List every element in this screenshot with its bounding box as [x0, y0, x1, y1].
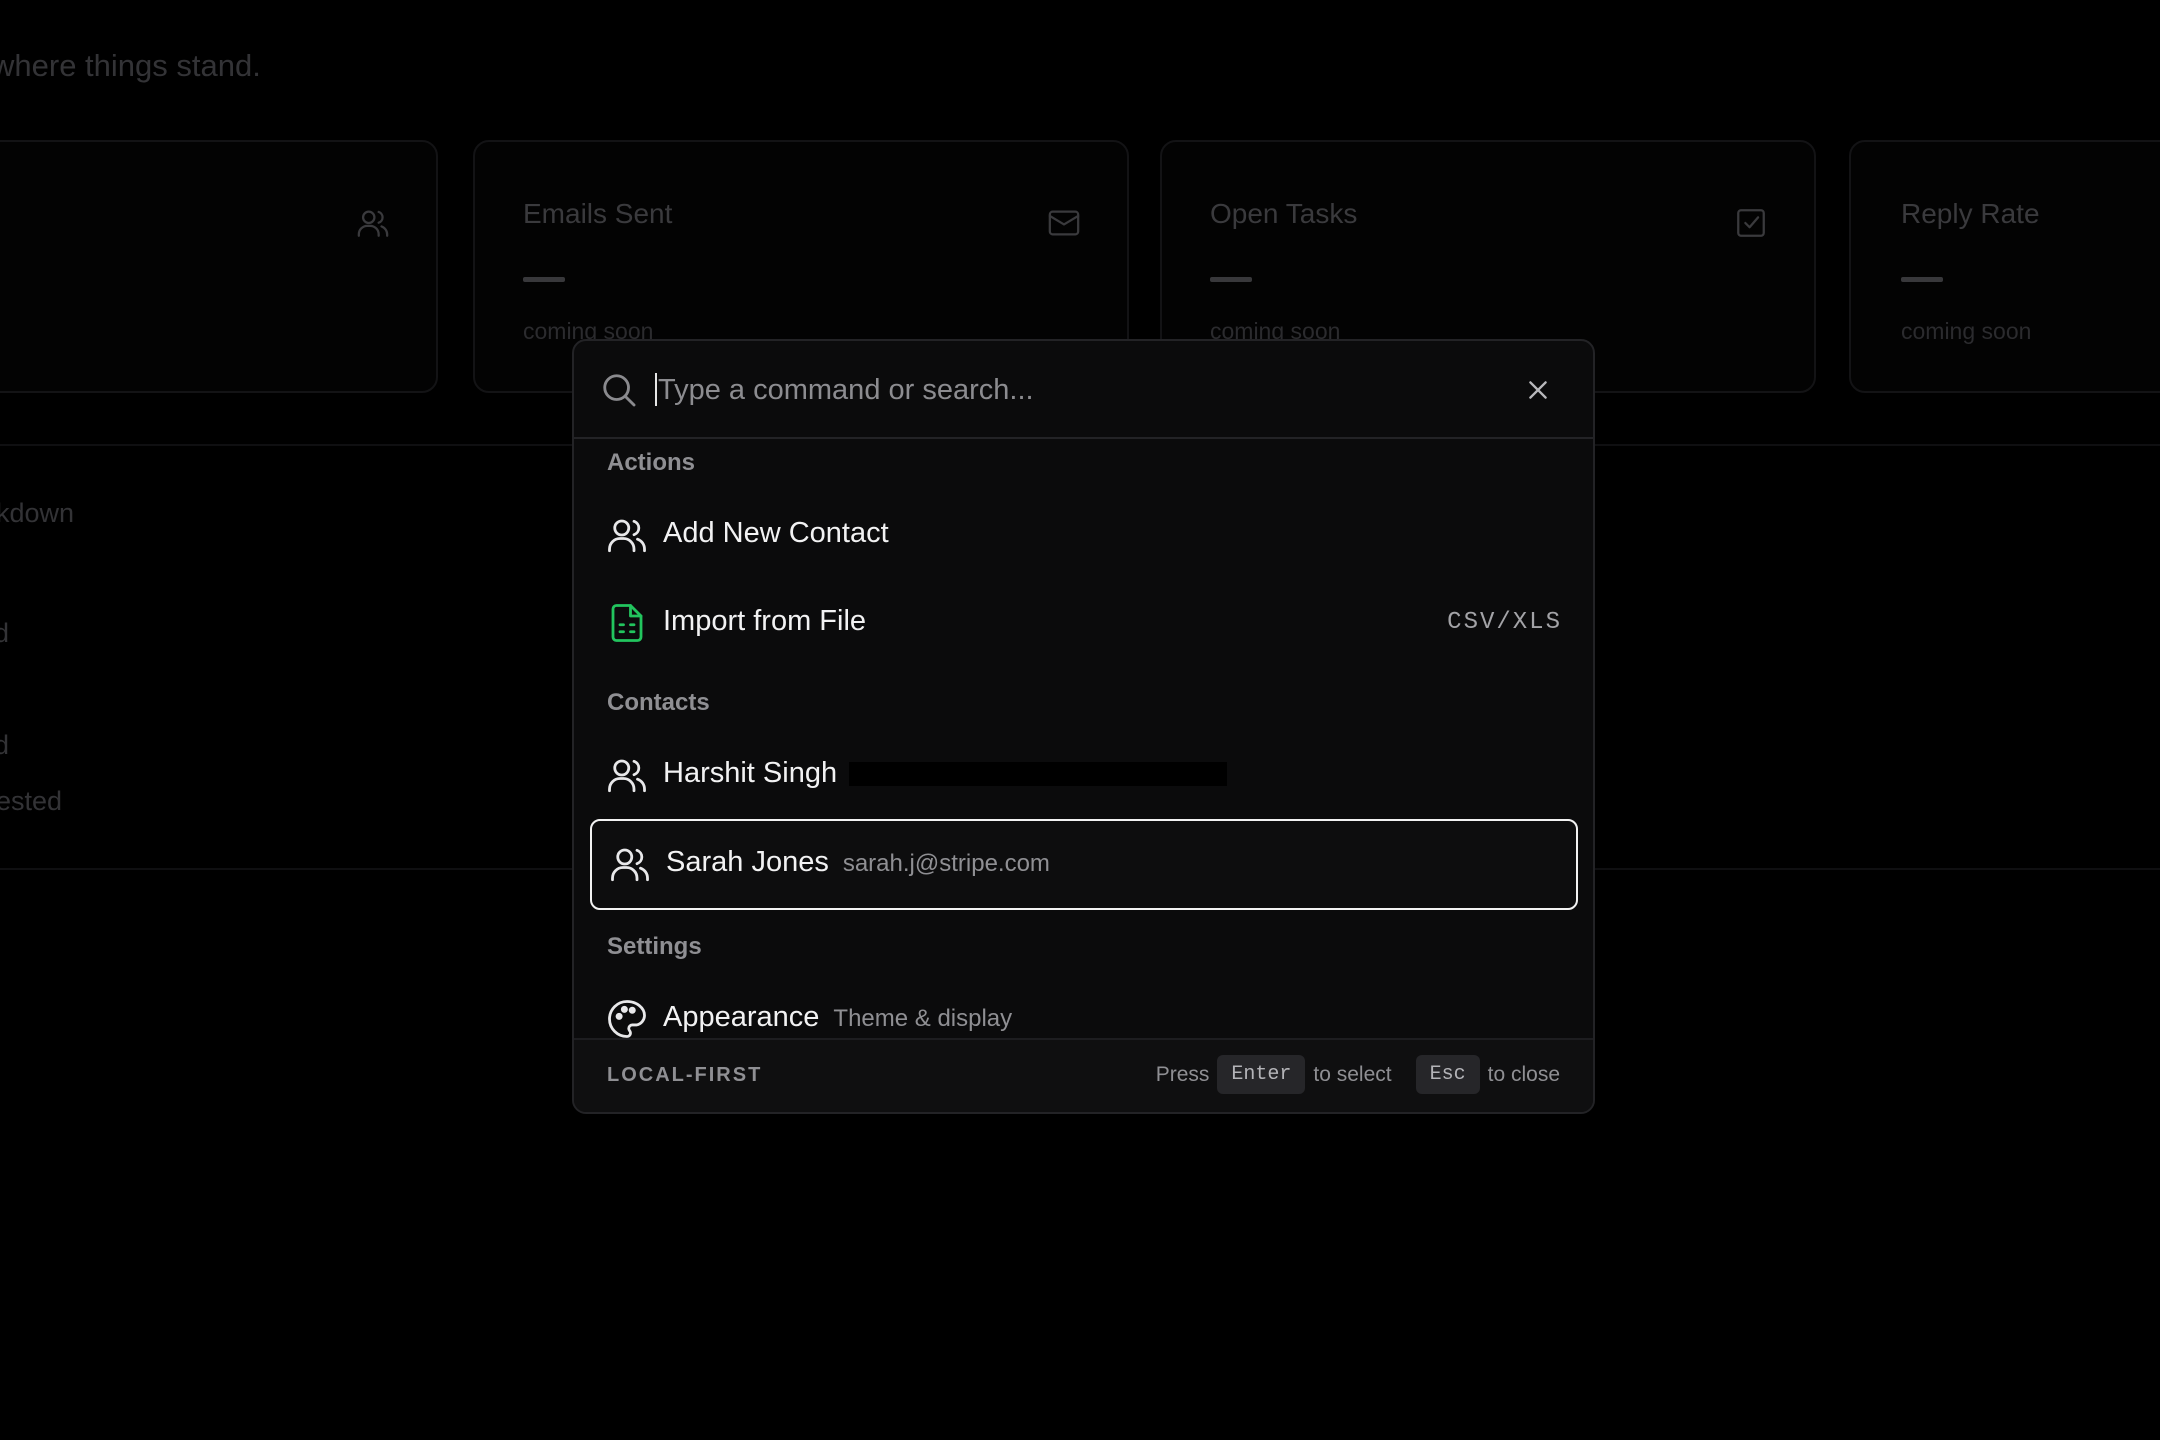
- contact-name-row: Harshit Singh: [663, 757, 1228, 790]
- group-label-actions: Actions: [607, 449, 696, 476]
- command-label: Add New Contact: [663, 517, 889, 549]
- stat-card-title: Emails Sent: [523, 198, 673, 229]
- contact-name-row: Sarah Jones sarah.j@stripe.com: [666, 846, 1050, 879]
- mail-icon: [1047, 206, 1081, 240]
- users-icon: [606, 754, 648, 796]
- keyboard-hints: Press Enter to select Esc to close: [1156, 1055, 1560, 1094]
- palette-footer: LOCAL-FIRST Press Enter to select Esc to…: [574, 1038, 1593, 1112]
- text-caret: [655, 373, 657, 406]
- command-add-new-contact[interactable]: Add New Contact: [590, 491, 1578, 579]
- command-appearance[interactable]: Appearance Theme & display: [590, 975, 1578, 1039]
- command-label-row: Appearance Theme & display: [663, 1001, 1012, 1034]
- group-label-settings: Settings: [607, 933, 702, 960]
- command-import-from-file[interactable]: Import from File CSV/XLS: [590, 579, 1578, 667]
- stat-card-foot: coming soon: [1901, 318, 2032, 344]
- stat-card-value-placeholder: [1210, 277, 1252, 282]
- stat-card-reply-rate: Reply Rate coming soon: [1849, 140, 2160, 393]
- stat-card-value-placeholder: [523, 277, 565, 282]
- close-button[interactable]: [1519, 371, 1557, 409]
- command-label: Appearance: [663, 1001, 820, 1033]
- hint-press: Press: [1155, 1062, 1210, 1086]
- users-icon: [609, 843, 651, 885]
- background-text: d: [0, 618, 10, 648]
- file-format-hint: CSV/XLS: [1447, 609, 1562, 636]
- hint-to-select: to select: [1313, 1062, 1392, 1086]
- palette-header: [574, 341, 1593, 439]
- close-icon: [1529, 381, 1547, 399]
- users-icon: [606, 514, 648, 556]
- checkbox-icon: [1734, 206, 1768, 240]
- enter-key: Enter: [1217, 1055, 1306, 1094]
- command-label: Import from File: [663, 605, 867, 637]
- stat-card-value-placeholder: [1901, 277, 1943, 282]
- contact-name: Harshit Singh: [663, 757, 838, 789]
- command-list: Actions Add New Contact Import from File…: [574, 439, 1593, 1039]
- contact-harshit-singh[interactable]: Harshit Singh: [590, 731, 1578, 819]
- contact-name: Sarah Jones: [666, 846, 829, 878]
- search-icon: [600, 371, 638, 409]
- group-label-contacts: Contacts: [607, 689, 710, 716]
- spreadsheet-file-icon: [606, 602, 648, 644]
- stat-card-title: Open Tasks: [1210, 198, 1358, 229]
- hint-to-close: to close: [1487, 1062, 1560, 1086]
- stat-card-contacts: ed: [0, 140, 438, 393]
- command-description: Theme & display: [833, 1005, 1013, 1032]
- footer-brand: LOCAL-FIRST: [607, 1064, 763, 1086]
- palette-icon: [606, 998, 648, 1039]
- stat-card-title: Reply Rate: [1901, 198, 2040, 229]
- command-palette: Actions Add New Contact Import from File…: [572, 339, 1595, 1114]
- redacted-email: [849, 762, 1228, 787]
- page: where things stand. ed Emails Sent comin…: [0, 0, 2160, 1440]
- command-search-input[interactable]: [658, 365, 1478, 415]
- background-text: d: [0, 730, 10, 760]
- users-icon: [356, 206, 390, 240]
- background-text: ested: [0, 786, 63, 816]
- contact-email: sarah.j@stripe.com: [842, 850, 1050, 877]
- contact-sarah-jones[interactable]: Sarah Jones sarah.j@stripe.com: [590, 819, 1578, 910]
- background-text: kdown: [0, 498, 75, 528]
- dashboard-subtitle: where things stand.: [0, 48, 261, 83]
- esc-key: Esc: [1415, 1055, 1480, 1094]
